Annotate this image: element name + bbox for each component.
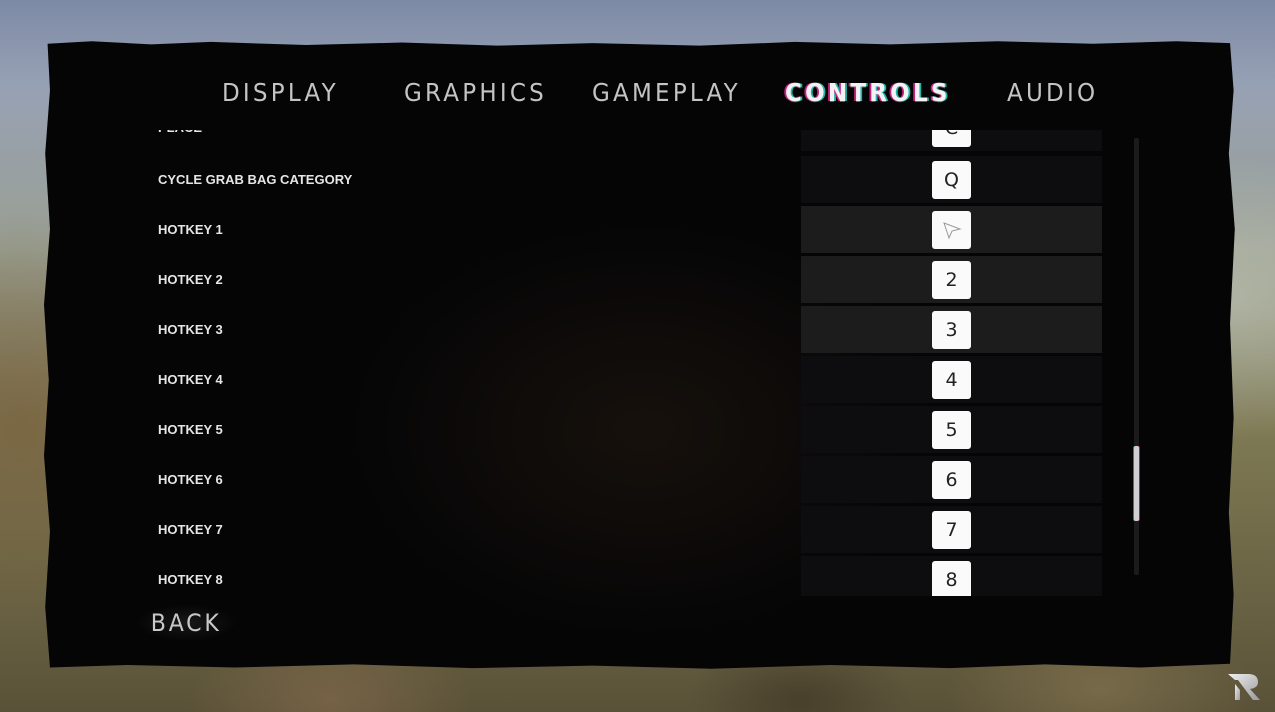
keycap[interactable]: C	[932, 130, 971, 147]
binding-row-cycle-grab-bag[interactable]: CYCLE GRAB BAG CATEGORY Q	[0, 156, 1275, 204]
list-scrollbar[interactable]	[1134, 138, 1139, 575]
binding-action-label: HOTKEY 1	[158, 222, 223, 237]
tab-graphics[interactable]: GRAPHICS	[404, 78, 547, 107]
binding-row-hotkey-8[interactable]: HOTKEY 8 8	[0, 556, 1275, 596]
keycap[interactable]: 7	[932, 511, 971, 549]
keycap[interactable]: 2	[932, 261, 971, 299]
mouse-cursor-icon	[942, 222, 962, 240]
binding-action-label: PLACE	[158, 130, 202, 152]
tab-audio[interactable]: AUDIO	[1007, 78, 1098, 107]
binding-action-label: HOTKEY 2	[158, 272, 223, 287]
binding-row-hotkey-4[interactable]: HOTKEY 4 4	[0, 356, 1275, 404]
binding-action-label: HOTKEY 6	[158, 472, 223, 487]
settings-tabs: DISPLAY GRAPHICS GAMEPLAY CONTROLS AUDIO	[0, 78, 1275, 118]
keycap[interactable]: 8	[932, 561, 971, 596]
keycap[interactable]: 4	[932, 361, 971, 399]
tab-gameplay[interactable]: GAMEPLAY	[592, 78, 741, 107]
binding-action-label: CYCLE GRAB BAG CATEGORY	[158, 172, 353, 187]
binding-action-label: HOTKEY 4	[158, 372, 223, 387]
binding-row-place[interactable]: PLACE C	[0, 130, 1275, 152]
binding-action-label: HOTKEY 5	[158, 422, 223, 437]
keycap[interactable]: 6	[932, 461, 971, 499]
binding-action-label: HOTKEY 8	[158, 572, 223, 587]
binding-action-label: HOTKEY 3	[158, 322, 223, 337]
binding-row-hotkey-7[interactable]: HOTKEY 7 7	[0, 506, 1275, 554]
keycap[interactable]: 5	[932, 411, 971, 449]
keycap[interactable]: 3	[932, 311, 971, 349]
binding-row-hotkey-2[interactable]: HOTKEY 2 2	[0, 256, 1275, 304]
key-bindings-list: PLACE C CYCLE GRAB BAG CATEGORY Q HOTKEY…	[0, 130, 1275, 596]
binding-row-hotkey-1[interactable]: HOTKEY 1	[0, 206, 1275, 254]
binding-row-hotkey-6[interactable]: HOTKEY 6 6	[0, 456, 1275, 504]
binding-action-label: HOTKEY 7	[158, 522, 223, 537]
binding-row-hotkey-3[interactable]: HOTKEY 3 3	[0, 306, 1275, 354]
keycap[interactable]	[932, 211, 971, 249]
back-button[interactable]: BACK	[137, 605, 236, 641]
tab-display[interactable]: DISPLAY	[222, 78, 339, 107]
binding-row-hotkey-5[interactable]: HOTKEY 5 5	[0, 406, 1275, 454]
r-logo-icon	[1228, 674, 1260, 700]
keycap[interactable]: Q	[932, 161, 971, 199]
scrollbar-thumb[interactable]	[1134, 445, 1139, 521]
tab-controls[interactable]: CONTROLS	[785, 78, 951, 107]
